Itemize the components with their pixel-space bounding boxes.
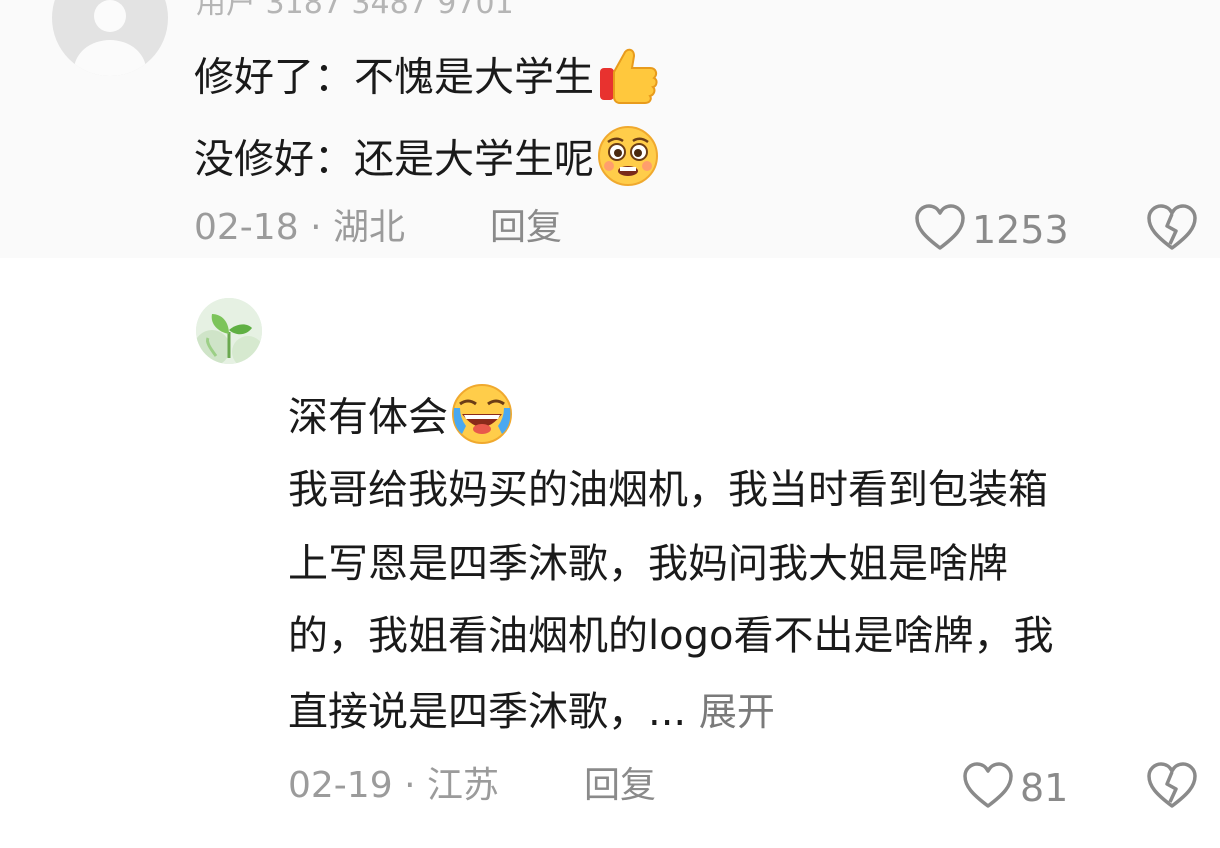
rolling-laughing-icon	[450, 382, 514, 457]
pleading-face-icon	[596, 124, 660, 199]
reply-button[interactable]: 回复	[490, 206, 562, 250]
like-button[interactable]: 1253	[914, 204, 1069, 256]
expand-link[interactable]: 展开	[699, 690, 775, 734]
heart-outline-icon	[962, 762, 1014, 814]
comment-body-text: 直接说是四季沐歌，...	[288, 689, 687, 735]
comment-date: 02-19	[288, 765, 393, 806]
heart-outline-icon	[914, 204, 966, 256]
like-count: 81	[1020, 766, 1069, 810]
comment-text-line: 修好了：不愧是大学生	[194, 42, 660, 117]
dislike-button[interactable]	[1146, 204, 1198, 256]
comment-text: 没修好：还是大学生呢	[194, 136, 594, 183]
thumbs-up-icon	[596, 42, 660, 117]
comment-section: 用户 3187 3487 9701 修好了：不愧是大学生 没修好：还是大学生呢	[0, 0, 1220, 848]
reply-button[interactable]: 回复	[584, 764, 656, 808]
meta-separator: ·	[404, 765, 416, 806]
comment-location: 江苏	[426, 765, 499, 806]
username[interactable]: 用户 3187 3487 9701	[196, 0, 514, 22]
comment-title: 深有体会	[288, 394, 448, 441]
avatar[interactable]	[196, 298, 262, 364]
comment-body-line: 上写恩是四季沐歌，我妈问我大姐是啥牌	[288, 541, 1008, 587]
dislike-button[interactable]	[1146, 762, 1198, 814]
comment-date: 02-18	[194, 207, 299, 248]
broken-heart-icon	[1146, 204, 1198, 256]
comment-text: 修好了：不愧是大学生	[194, 54, 594, 101]
comment-body-line: 的，我姐看油烟机的logo看不出是啥牌，我	[288, 613, 1054, 659]
comment-location: 湖北	[332, 207, 405, 248]
comment-meta: 02-18 · 湖北	[194, 206, 405, 250]
like-button[interactable]: 81	[962, 762, 1068, 814]
comment-text-line: 深有体会	[288, 382, 514, 457]
comment-body-line-last: 直接说是四季沐歌，... 展开	[288, 688, 775, 736]
comment-body-line: 我哥给我妈买的油烟机，我当时看到包装箱	[288, 467, 1048, 513]
meta-separator: ·	[310, 207, 322, 248]
like-count: 1253	[972, 208, 1069, 252]
broken-heart-icon	[1146, 762, 1198, 814]
comment-text-line: 没修好：还是大学生呢	[194, 124, 660, 199]
comment-meta: 02-19 · 江苏	[288, 764, 499, 808]
